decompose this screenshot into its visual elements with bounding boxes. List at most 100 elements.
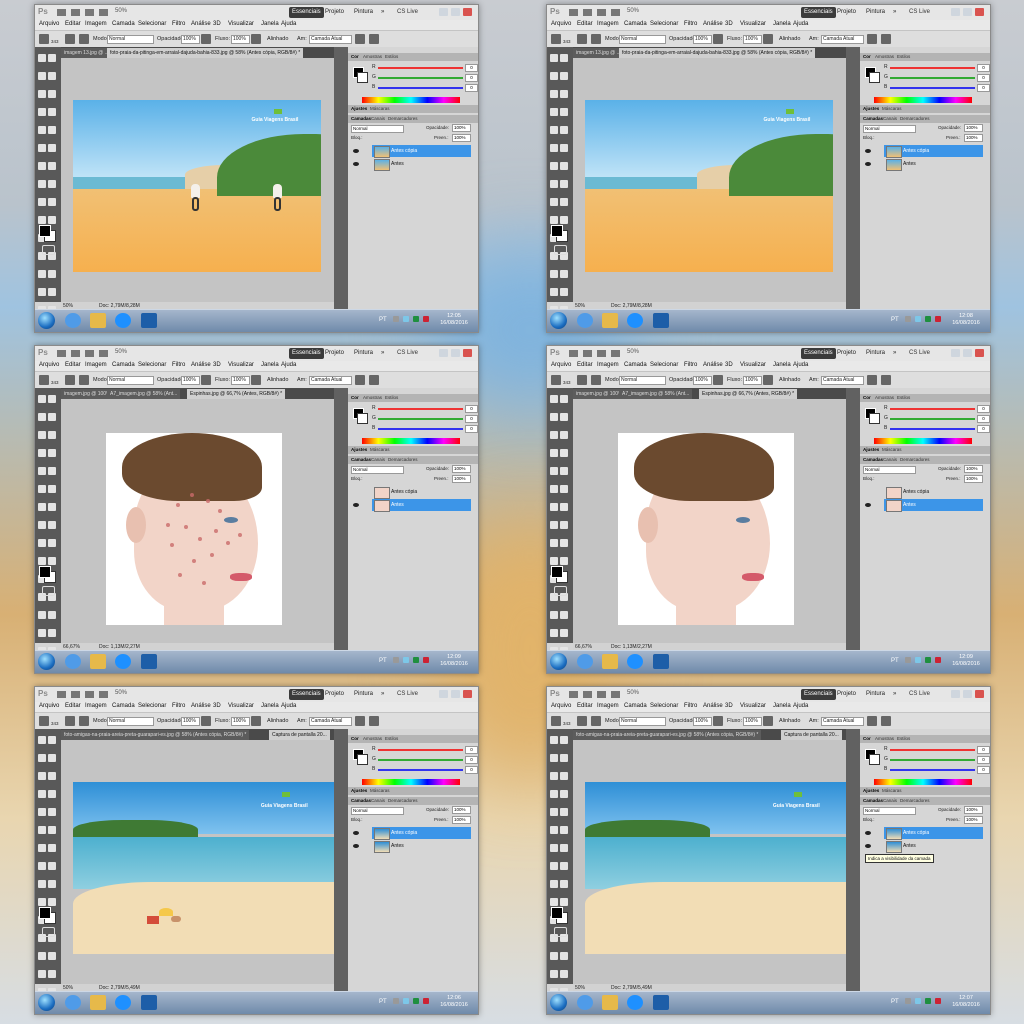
foreground-color-swatch[interactable]: [39, 907, 51, 919]
tab-layers[interactable]: Camadas: [863, 116, 883, 121]
tab-color[interactable]: Cor: [351, 54, 359, 59]
pressure-opacity-icon[interactable]: [201, 34, 211, 44]
tool-icon[interactable]: [48, 772, 56, 780]
tool-icon[interactable]: [560, 557, 568, 565]
menu-item-7[interactable]: 3D: [213, 362, 221, 368]
tool-icon[interactable]: [560, 503, 568, 511]
layer-opacity-field[interactable]: 100%: [964, 124, 983, 132]
volume-icon[interactable]: [423, 316, 429, 322]
menu-item-1[interactable]: Editar: [577, 21, 593, 27]
quick-mask-icon[interactable]: [42, 245, 55, 255]
workspace-painting[interactable]: Pintura: [351, 689, 376, 700]
volume-icon[interactable]: [935, 998, 941, 1004]
sample-select[interactable]: Camada Atual: [821, 376, 864, 385]
workspace-design[interactable]: Projeto: [322, 7, 347, 18]
clock[interactable]: 12:09 16/08/2016: [949, 654, 983, 668]
color-bg-swatch[interactable]: [357, 72, 368, 83]
tab-channels[interactable]: Canais: [371, 798, 385, 803]
menu-item-2[interactable]: Imagem: [85, 21, 107, 27]
tool-icon[interactable]: [48, 862, 56, 870]
green-value[interactable]: 0: [465, 74, 478, 82]
tab-swatches[interactable]: Amostras: [875, 736, 894, 741]
menu-item-10[interactable]: Ajuda: [281, 21, 296, 27]
tab-styles[interactable]: Estilos: [385, 736, 398, 741]
brush-preset-icon[interactable]: [39, 716, 49, 726]
action-center-icon[interactable]: [925, 998, 931, 1004]
tab-adjustments[interactable]: Ajustes: [351, 788, 367, 793]
menu-item-2[interactable]: Imagem: [597, 703, 619, 709]
blue-slider[interactable]: [890, 769, 975, 771]
aligned-checkbox[interactable]: Alinhado: [267, 36, 288, 42]
tool-icon[interactable]: [550, 754, 558, 762]
tool-icon[interactable]: [550, 413, 558, 421]
menu-item-7[interactable]: 3D: [725, 21, 733, 27]
aligned-checkbox[interactable]: Alinhado: [779, 377, 800, 383]
menu-item-5[interactable]: Filtro: [172, 21, 185, 27]
layer-opacity-field[interactable]: 100%: [452, 806, 471, 814]
opacity-field[interactable]: 100%: [181, 35, 200, 44]
menu-item-0[interactable]: Arquivo: [551, 362, 571, 368]
menu-item-0[interactable]: Arquivo: [551, 21, 571, 27]
volume-icon[interactable]: [423, 657, 429, 663]
tool-icon[interactable]: [550, 449, 558, 457]
flow-field[interactable]: 100%: [231, 717, 250, 726]
tool-icon[interactable]: [560, 72, 568, 80]
action-center-icon[interactable]: [413, 998, 419, 1004]
arrange-documents-icon[interactable]: [99, 9, 108, 16]
foreground-color-swatch[interactable]: [551, 907, 563, 919]
tab-styles[interactable]: Estilos: [897, 395, 910, 400]
red-slider[interactable]: [890, 408, 975, 410]
fill-field[interactable]: 100%: [964, 816, 983, 824]
tool-icon[interactable]: [38, 126, 46, 134]
action-center-icon[interactable]: [925, 316, 931, 322]
tool-icon[interactable]: [550, 611, 558, 619]
tab-swatches[interactable]: Amostras: [363, 736, 382, 741]
tool-icon[interactable]: [48, 126, 56, 134]
blue-slider[interactable]: [890, 87, 975, 89]
blue-slider[interactable]: [378, 428, 463, 430]
close-icon[interactable]: [463, 349, 472, 357]
red-value[interactable]: 0: [465, 405, 478, 413]
document-tab[interactable]: Espinhas.jpg @ 66,7% (Antes, RGB/8#) *: [187, 389, 286, 399]
tab-swatches[interactable]: Amostras: [363, 54, 382, 59]
workspace-essentials[interactable]: Essenciais: [801, 7, 836, 18]
menu-item-3[interactable]: Camada: [624, 21, 647, 27]
brush-preset-icon[interactable]: [39, 34, 49, 44]
eye-icon[interactable]: [353, 844, 359, 848]
tool-icon[interactable]: [550, 467, 558, 475]
tool-icon[interactable]: [550, 216, 558, 224]
flow-field[interactable]: 100%: [231, 376, 250, 385]
file-explorer-icon[interactable]: [90, 313, 106, 328]
green-value[interactable]: 0: [977, 756, 990, 764]
tab-styles[interactable]: Estilos: [385, 54, 398, 59]
maximize-icon[interactable]: [963, 349, 972, 357]
tool-icon[interactable]: [560, 144, 568, 152]
tab-paths[interactable]: Demarcadores: [900, 116, 930, 121]
menu-item-8[interactable]: Visualizar: [740, 21, 766, 27]
pressure-size-icon[interactable]: [369, 716, 379, 726]
document-tab[interactable]: foto-amigas-na-praia-areia-preta-guarapa…: [61, 730, 250, 740]
volume-icon[interactable]: [423, 998, 429, 1004]
tool-icon[interactable]: [48, 539, 56, 547]
eye-icon[interactable]: [865, 844, 871, 848]
tab-paths[interactable]: Demarcadores: [388, 457, 418, 462]
layer-opacity-field[interactable]: 100%: [452, 124, 471, 132]
tool-icon[interactable]: [560, 521, 568, 529]
workspace-painting[interactable]: Pintura: [863, 348, 888, 359]
fill-field[interactable]: 100%: [964, 475, 983, 483]
workspace-more-icon[interactable]: »: [378, 689, 387, 700]
workspace-painting[interactable]: Pintura: [863, 7, 888, 18]
sample-select[interactable]: Camada Atual: [821, 717, 864, 726]
tool-icon[interactable]: [550, 521, 558, 529]
clock[interactable]: 12:08 16/08/2016: [949, 313, 983, 327]
tool-icon[interactable]: [38, 772, 46, 780]
red-value[interactable]: 0: [465, 746, 478, 754]
mini-bridge-icon[interactable]: [583, 350, 592, 357]
pressure-opacity-icon[interactable]: [201, 716, 211, 726]
menu-item-6[interactable]: Análise: [703, 21, 723, 27]
mini-bridge-icon[interactable]: [71, 691, 80, 698]
document-canvas[interactable]: [61, 399, 334, 643]
tool-icon[interactable]: [48, 467, 56, 475]
layer-row[interactable]: Antes: [884, 499, 983, 512]
language-indicator[interactable]: PT: [891, 658, 899, 664]
